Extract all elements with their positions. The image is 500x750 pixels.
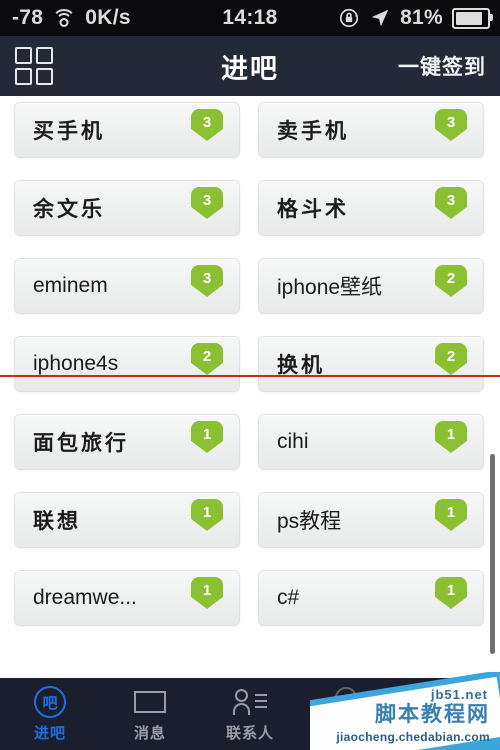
tab-contacts-label: 联系人 (225, 725, 274, 742)
battery-icon (452, 7, 493, 29)
tab-profile[interactable]: 我 (400, 678, 500, 750)
tab-contacts[interactable]: 联系人 (200, 678, 300, 750)
unread-count-badge: 1 (435, 577, 467, 609)
bar-card-label: cihi (277, 430, 309, 453)
unread-count-badge: 3 (191, 109, 223, 141)
bar-card[interactable]: ps教程 1 (258, 492, 484, 548)
grid-menu-icon[interactable] (12, 44, 56, 88)
tab-messages-label: 消息 (133, 725, 166, 742)
unread-count-badge: 1 (435, 421, 467, 453)
bar-card-label: 换机 (277, 354, 325, 377)
bar-card[interactable]: c# 1 (258, 570, 484, 626)
bar-card[interactable]: iphone壁纸 2 (258, 258, 484, 314)
bar-card[interactable]: dreamwe... 1 (14, 570, 240, 626)
bar-card-label: 余文乐 (33, 198, 105, 221)
battery-percent-label: 81% (400, 6, 443, 29)
bar-card[interactable]: 格斗术 3 (258, 180, 484, 236)
one-click-signin-button[interactable]: 一键签到 (398, 51, 486, 81)
bar-card-label: iphone4s (33, 352, 119, 375)
unread-count-badge: 3 (191, 187, 223, 219)
contacts-icon (233, 685, 267, 719)
status-bar: -78 0K/s 14:18 81% (0, 0, 500, 36)
signal-strength-label: -78 (12, 6, 44, 29)
unread-count-badge: 3 (435, 109, 467, 141)
wifi-icon (52, 8, 77, 28)
bar-card-label: 买手机 (33, 120, 105, 143)
bar-card-label: 格斗术 (277, 198, 349, 221)
bar-card[interactable]: 余文乐 3 (14, 180, 240, 236)
bar-card-label: c# (277, 586, 300, 609)
bar-card[interactable]: eminem 3 (14, 258, 240, 314)
bar-card[interactable]: 卖手机 3 (258, 102, 484, 158)
search-icon (335, 685, 365, 719)
bottom-tab-bar: 吧 进吧 消息 联系人 发现 我 (0, 678, 500, 750)
bar-card[interactable]: 买手机 3 (14, 102, 240, 158)
ba-circle-glyph: 吧 (34, 686, 66, 718)
content-scroll-area[interactable]: 买手机 3 卖手机 3 余文乐 3 格斗术 3 eminem 3 iphone壁纸 2 iphone4s… (0, 96, 500, 678)
unread-count-badge: 3 (435, 187, 467, 219)
bar-card[interactable]: 面包旅行 1 (14, 414, 240, 470)
bar-card-label: iphone壁纸 (277, 276, 383, 299)
bar-card[interactable]: 换机 2 (258, 336, 484, 392)
profile-icon (439, 685, 461, 719)
location-arrow-icon (369, 7, 391, 29)
bar-card-label: eminem (33, 274, 108, 297)
ba-circle-icon: 吧 (34, 685, 66, 719)
rotation-lock-icon (338, 7, 360, 29)
bar-card[interactable]: cihi 1 (258, 414, 484, 470)
tab-discover[interactable]: 发现 (300, 678, 400, 750)
bar-card-label: dreamwe... (33, 586, 137, 609)
tab-messages[interactable]: 消息 (100, 678, 200, 750)
tab-ba-label: 进吧 (33, 725, 66, 742)
vertical-scrollbar[interactable] (490, 454, 495, 654)
app-root: -78 0K/s 14:18 81% 进吧 一键签到 买手机 3 卖手机 3 余… (0, 0, 500, 750)
bar-card-label: 面包旅行 (33, 432, 129, 455)
unread-count-badge: 1 (191, 421, 223, 453)
unread-count-badge: 2 (435, 265, 467, 297)
bar-card[interactable]: 联想 1 (14, 492, 240, 548)
status-right-group: 81% (338, 6, 500, 30)
bar-card-label: ps教程 (277, 510, 342, 533)
envelope-icon (134, 685, 166, 719)
status-left-group: -78 0K/s (0, 6, 131, 30)
unread-count-badge: 2 (191, 343, 223, 375)
unread-count-badge: 1 (191, 499, 223, 531)
tab-ba[interactable]: 吧 进吧 (0, 678, 100, 750)
unread-count-badge: 3 (191, 265, 223, 297)
tab-discover-label: 发现 (333, 725, 366, 742)
bar-card-label: 卖手机 (277, 120, 349, 143)
bar-card-label: 联想 (33, 510, 81, 533)
unread-count-badge: 1 (435, 499, 467, 531)
unread-count-badge: 1 (191, 577, 223, 609)
network-speed-label: 0K/s (85, 6, 131, 29)
tab-profile-label: 我 (441, 725, 458, 742)
bar-card-grid: 买手机 3 卖手机 3 余文乐 3 格斗术 3 eminem 3 iphone壁纸 2 iphone4s… (0, 96, 500, 626)
navigation-bar: 进吧 一键签到 (0, 36, 500, 96)
bar-card[interactable]: iphone4s 2 (14, 336, 240, 392)
unread-count-badge: 2 (435, 343, 467, 375)
